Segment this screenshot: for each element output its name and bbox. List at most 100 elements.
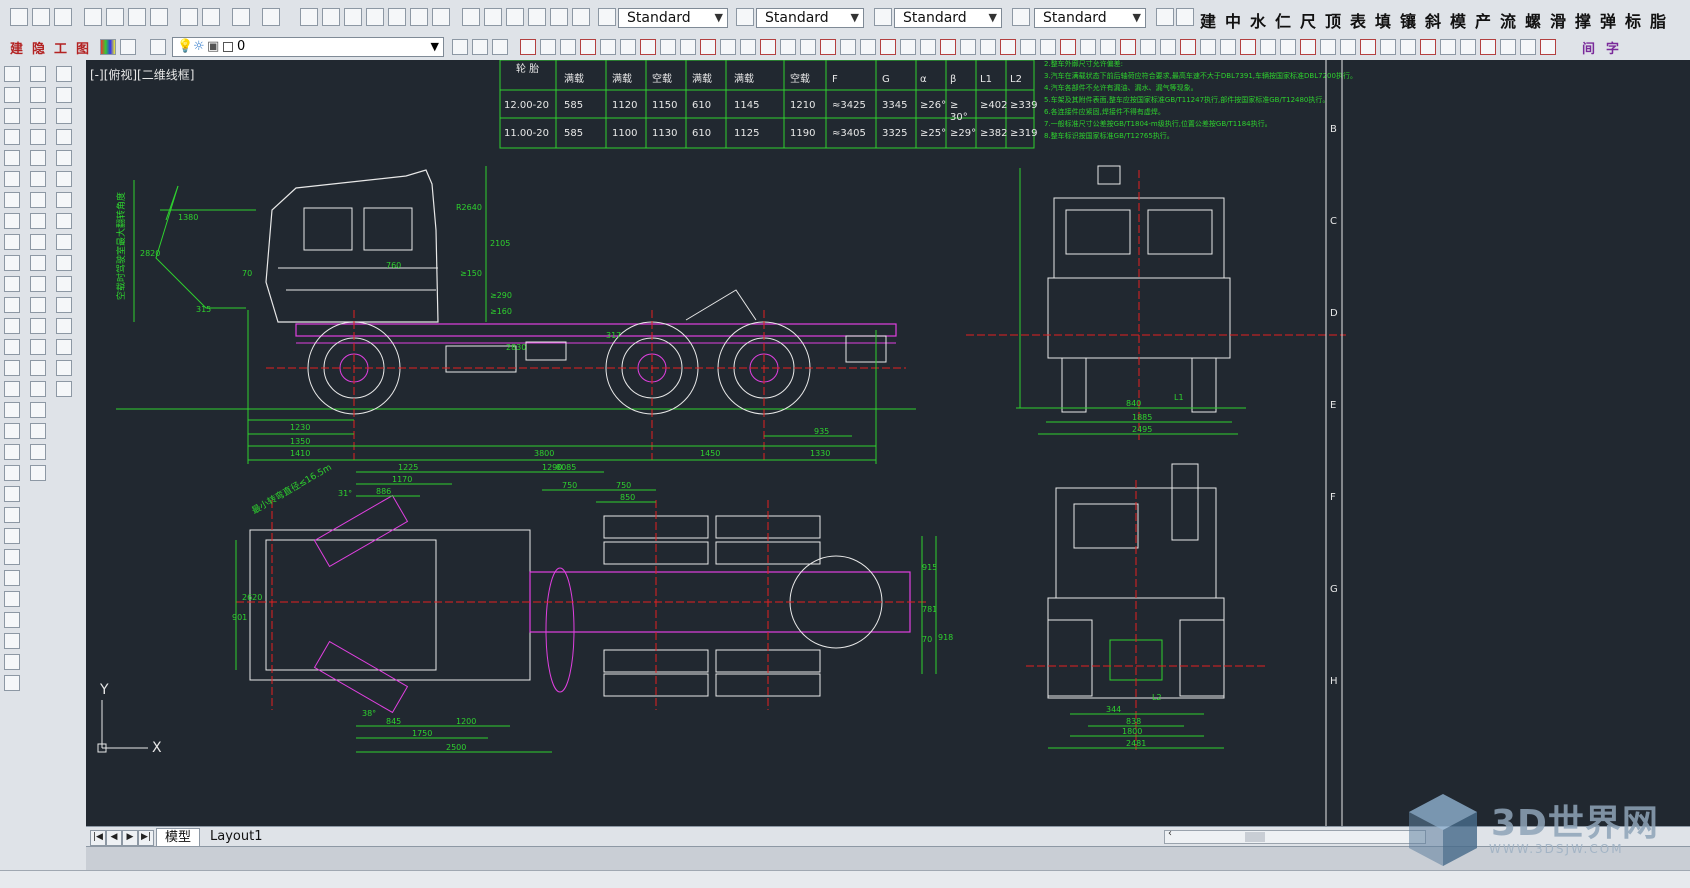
draw-tool-icon[interactable]	[4, 528, 20, 544]
draw-tool-icon[interactable]	[4, 108, 20, 124]
cjk-tool-button[interactable]: 中	[1225, 8, 1241, 32]
redo-icon[interactable]	[262, 8, 280, 26]
insert-tool-icon[interactable]	[56, 381, 72, 397]
undo-icon[interactable]	[232, 8, 250, 26]
layer-combo[interactable]: 💡 ☼ ▣ 0 ▼	[172, 37, 444, 57]
text-tool-button[interactable]: 字	[1606, 38, 1619, 57]
draw-tool-icon[interactable]	[4, 423, 20, 439]
draw-tool-icon[interactable]	[4, 276, 20, 292]
draw-tool-icon[interactable]	[4, 318, 20, 334]
design-center-icon[interactable]	[410, 8, 428, 26]
zoom-previous-icon[interactable]	[366, 8, 384, 26]
draw-tool-icon[interactable]	[4, 507, 20, 523]
insert-tool-icon[interactable]	[56, 318, 72, 334]
snap-tool-icon[interactable]	[1360, 39, 1376, 55]
zoom-window-icon[interactable]	[344, 8, 362, 26]
last-tab-button[interactable]: ▶|	[138, 830, 154, 846]
dimension-tool-icon[interactable]	[30, 381, 46, 397]
arc-tool-icon[interactable]	[462, 8, 480, 26]
dim-style-icon[interactable]	[736, 8, 754, 26]
draw-tool-icon[interactable]	[4, 591, 20, 607]
dimension-tool-icon[interactable]	[30, 339, 46, 355]
layer-states-icon[interactable]	[120, 39, 136, 55]
snap-tool-icon[interactable]	[1340, 39, 1356, 55]
cjk-tool-button[interactable]: 滑	[1550, 8, 1566, 32]
snap-tool-icon[interactable]	[1400, 39, 1416, 55]
text-style-combo[interactable]: Standard ▼	[618, 8, 728, 28]
cjk-tool-button[interactable]: 弹	[1600, 8, 1616, 32]
snap-tool-icon[interactable]	[1300, 39, 1316, 55]
table-style-icon[interactable]	[874, 8, 892, 26]
3d-dwf-icon[interactable]	[150, 8, 168, 26]
drawing-canvas[interactable]: [-][俯视][二维线框] 轮 胎 满载 满载 空载 满载 满载 空载 F Gα β L1 L2 12…	[86, 60, 1690, 826]
snap-tool-icon[interactable]	[1000, 39, 1016, 55]
draw-tool-icon[interactable]	[4, 87, 20, 103]
block-editor-icon[interactable]	[202, 8, 220, 26]
dimension-tool-icon[interactable]	[30, 297, 46, 313]
save-icon[interactable]	[54, 8, 72, 26]
scroll-thumb[interactable]	[1245, 832, 1265, 842]
insert-tool-icon[interactable]	[56, 150, 72, 166]
cjk-tool-button[interactable]: 螺	[1525, 8, 1541, 32]
snap-tool-icon[interactable]	[520, 39, 536, 55]
dimension-tool-icon[interactable]	[30, 150, 46, 166]
snap-tool-icon[interactable]	[1020, 39, 1036, 55]
draw-tool-icon[interactable]	[4, 549, 20, 565]
draw-tool-icon[interactable]	[4, 192, 20, 208]
draw-tool-icon[interactable]	[4, 675, 20, 691]
snap-tool-icon[interactable]	[620, 39, 636, 55]
draw-tool-icon[interactable]	[4, 381, 20, 397]
print-preview-icon[interactable]	[106, 8, 124, 26]
structure-tool-button[interactable]: 建	[10, 38, 23, 57]
snap-tool-icon[interactable]	[960, 39, 976, 55]
cjk-tool-button[interactable]: 水	[1250, 8, 1266, 32]
dim-style-combo[interactable]: Standard ▼	[756, 8, 864, 28]
insert-tool-icon[interactable]	[56, 255, 72, 271]
snap-tool-icon[interactable]	[1280, 39, 1296, 55]
snap-tool-icon[interactable]	[1420, 39, 1436, 55]
pan-icon[interactable]	[300, 8, 318, 26]
text-tool-button[interactable]: 间	[1582, 38, 1595, 57]
publish-icon[interactable]	[128, 8, 146, 26]
cjk-tool-button[interactable]: 模	[1450, 8, 1466, 32]
snap-tool-icon[interactable]	[720, 39, 736, 55]
snap-tool-icon[interactable]	[1500, 39, 1516, 55]
snap-tool-icon[interactable]	[800, 39, 816, 55]
layer-isolate-icon[interactable]	[492, 39, 508, 55]
properties-icon[interactable]	[388, 8, 406, 26]
draw-tool-icon[interactable]	[4, 633, 20, 649]
snap-tool-icon[interactable]	[920, 39, 936, 55]
make-current-icon[interactable]	[452, 39, 468, 55]
snap-tool-icon[interactable]	[660, 39, 676, 55]
snap-tool-icon[interactable]	[1140, 39, 1156, 55]
cjk-tool-button[interactable]: 撑	[1575, 8, 1591, 32]
viewport-label[interactable]: [-][俯视][二维线框]	[90, 66, 194, 83]
draw-tool-icon[interactable]	[4, 255, 20, 271]
insert-tool-icon[interactable]	[56, 213, 72, 229]
snap-tool-icon[interactable]	[1080, 39, 1096, 55]
draw-tool-icon[interactable]	[4, 150, 20, 166]
dimension-tool-icon[interactable]	[30, 171, 46, 187]
insert-tool-icon[interactable]	[56, 108, 72, 124]
snap-tool-icon[interactable]	[1220, 39, 1236, 55]
scroll-left-arrow[interactable]: ‹	[1168, 828, 1172, 839]
cjk-tool-button[interactable]: 产	[1475, 8, 1491, 32]
draw-tool-icon[interactable]	[4, 402, 20, 418]
dimension-tool-icon[interactable]	[30, 423, 46, 439]
snap-tool-icon[interactable]	[1100, 39, 1116, 55]
draw-tool-icon[interactable]	[4, 465, 20, 481]
draw-tool-icon[interactable]	[4, 171, 20, 187]
snap-tool-icon[interactable]	[1200, 39, 1216, 55]
snap-tool-icon[interactable]	[680, 39, 696, 55]
draw-tool-icon[interactable]	[4, 297, 20, 313]
insert-tool-icon[interactable]	[56, 297, 72, 313]
prev-tab-button[interactable]: ◀	[106, 830, 122, 846]
structure-tool-button[interactable]: 图	[76, 38, 89, 57]
dimension-tool-icon[interactable]	[30, 255, 46, 271]
cjk-tool-button[interactable]: 顶	[1325, 8, 1341, 32]
dimension-tool-icon[interactable]	[30, 66, 46, 82]
snap-tool-icon[interactable]	[700, 39, 716, 55]
first-tab-button[interactable]: |◀	[90, 830, 106, 846]
draw-tool-icon[interactable]	[4, 129, 20, 145]
insert-tool-icon[interactable]	[56, 171, 72, 187]
